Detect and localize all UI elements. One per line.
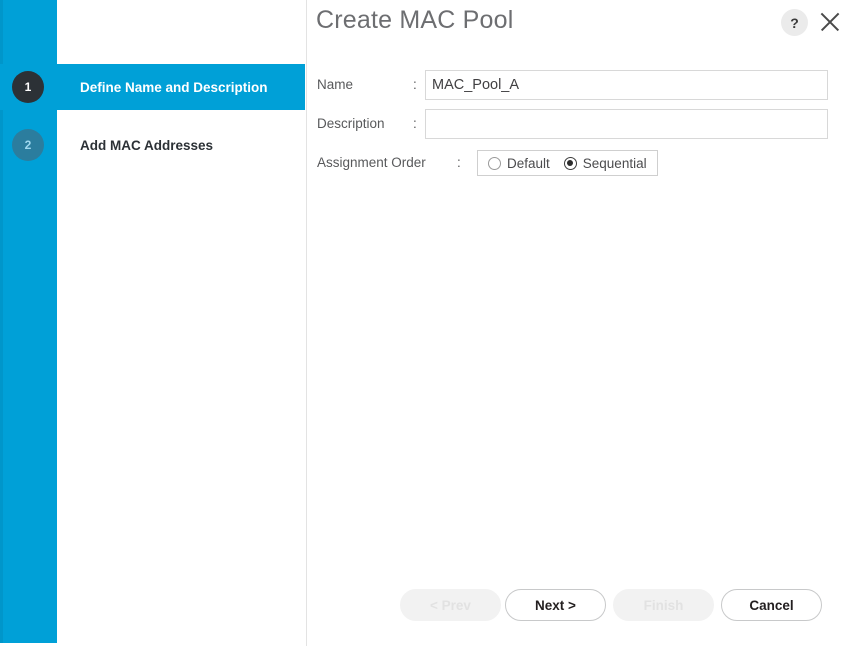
step-label-1: Define Name and Description <box>80 79 268 95</box>
radio-circle-icon-sequential <box>563 156 577 170</box>
sidebar-item-define-name-and-description[interactable]: 1 Define Name and Description <box>0 64 305 110</box>
sidebar-item-add-mac-addresses[interactable]: 2 Add MAC Addresses <box>0 122 305 168</box>
radio-option-sequential[interactable]: Sequential <box>563 155 647 171</box>
name-colon: : <box>413 77 417 92</box>
assignment-order-radio-group: Default Sequential <box>477 150 658 176</box>
radio-label-default: Default <box>507 155 550 171</box>
step-label-2: Add MAC Addresses <box>80 137 214 153</box>
cancel-button[interactable]: Cancel <box>721 589 822 621</box>
description-input[interactable] <box>425 109 828 139</box>
assignment-order-colon: : <box>457 155 461 170</box>
wizard-nav-panel: 1 Define Name and Description 2 Add MAC … <box>0 0 307 646</box>
help-glyph: ? <box>790 14 799 31</box>
description-colon: : <box>413 116 417 131</box>
radio-circle-icon-default <box>488 156 501 170</box>
radio-option-default[interactable]: Default <box>488 156 550 171</box>
description-label: Description <box>317 116 385 131</box>
step-number-2: 2 <box>24 138 32 152</box>
step-number-badge-1: 1 <box>12 71 44 103</box>
radio-label-sequential: Sequential <box>582 155 647 171</box>
name-input[interactable] <box>425 70 828 100</box>
finish-button[interactable]: Finish <box>613 589 714 621</box>
assignment-order-row: Assignment Order : Default Sequential <box>317 150 828 176</box>
create-mac-pool-dialog: 1 Define Name and Description 2 Add MAC … <box>0 0 853 646</box>
wizard-button-bar: < Prev Next > Finish Cancel <box>307 589 853 621</box>
page-title: Create MAC Pool <box>316 6 514 34</box>
assignment-order-label: Assignment Order <box>317 155 426 170</box>
step-number-badge-2: 2 <box>12 129 44 161</box>
close-icon[interactable] <box>816 8 844 36</box>
name-label: Name <box>317 77 354 92</box>
description-field-row: Description : <box>317 109 828 139</box>
step-number-1: 1 <box>24 80 32 94</box>
wizard-content-panel: Create MAC Pool ? Name : Description : A… <box>307 0 853 646</box>
next-button[interactable]: Next > <box>505 589 606 621</box>
name-field-row: Name : <box>317 70 828 100</box>
prev-button[interactable]: < Prev <box>400 589 501 621</box>
question-mark-icon[interactable]: ? <box>781 9 808 36</box>
